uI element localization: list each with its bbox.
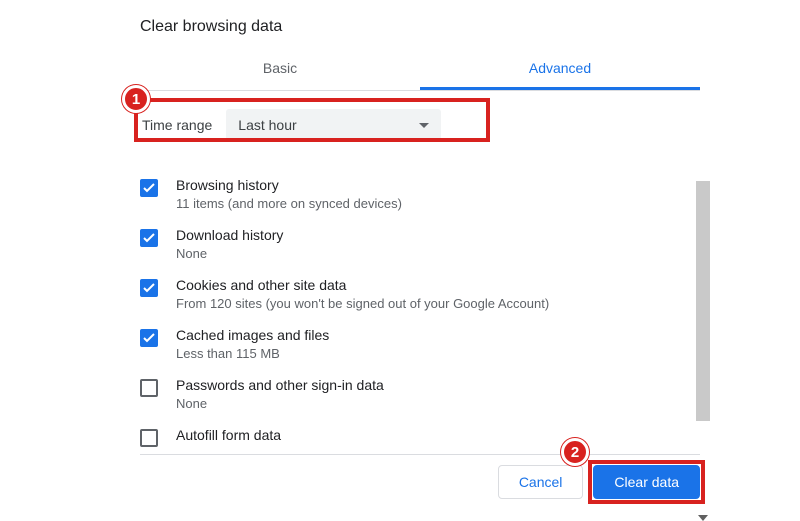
checkbox[interactable]	[140, 329, 158, 347]
list-item-title: Cached images and files	[176, 327, 329, 343]
time-range-value: Last hour	[238, 117, 296, 133]
checkbox[interactable]	[140, 229, 158, 247]
annotation-badge-2: 2	[561, 438, 589, 466]
checkbox[interactable]	[140, 179, 158, 197]
list-item: Browsing history 11 items (and more on sy…	[140, 169, 700, 219]
checkbox[interactable]	[140, 379, 158, 397]
advanced-panel: 1 Time range Last hour Browsing history1…	[140, 91, 700, 479]
time-range-label: Time range	[142, 117, 212, 133]
clear-browsing-data-dialog: Clear browsing data Basic Advanced 1 Tim…	[140, 18, 700, 479]
list-item-title: Browsing history	[176, 177, 402, 193]
data-type-list: Browsing history 11 items (and more on sy…	[140, 169, 700, 479]
scrollbar-thumb[interactable]	[696, 181, 710, 421]
clear-data-button[interactable]: Clear data	[593, 465, 700, 499]
dialog-footer: Cancel Clear data	[140, 454, 700, 499]
chevron-down-icon	[419, 123, 429, 128]
list-item-subtitle: 11 items (and more on synced devices)	[176, 196, 402, 211]
list-item-text: Passwords and other sign-in data None	[176, 377, 384, 411]
list-item: Cached images and files Less than 115 MB	[140, 319, 700, 369]
tab-basic[interactable]: Basic	[140, 50, 420, 90]
time-range-row: Time range Last hour	[140, 103, 700, 147]
time-range-select[interactable]: Last hour	[226, 109, 441, 141]
list-item-title: Download history	[176, 227, 283, 243]
list-item-title: Passwords and other sign-in data	[176, 377, 384, 393]
list-item: Autofill form data	[140, 419, 700, 455]
clear-data-button-label: Clear data	[614, 474, 679, 490]
list-item-text: Browsing history 11 items (and more on sy…	[176, 177, 402, 211]
list-item-title: Autofill form data	[176, 427, 281, 443]
list-item-text: Download history None	[176, 227, 283, 261]
cancel-button[interactable]: Cancel	[498, 465, 584, 499]
list-item: Cookies and other site data From 120 site…	[140, 269, 700, 319]
list-item-text: Autofill form data	[176, 427, 281, 443]
dialog-title: Clear browsing data	[140, 18, 700, 36]
list-item-subtitle: None	[176, 246, 283, 261]
checkbox[interactable]	[140, 279, 158, 297]
checkbox[interactable]	[140, 429, 158, 447]
list-item-text: Cookies and other site data From 120 site…	[176, 277, 549, 311]
list-item: Download history None	[140, 219, 700, 269]
annotation-badge-1: 1	[122, 85, 150, 113]
scrollbar-down-icon[interactable]	[698, 515, 708, 521]
list-item-text: Cached images and files Less than 115 MB	[176, 327, 329, 361]
list-item-title: Cookies and other site data	[176, 277, 549, 293]
list-item: Passwords and other sign-in data None	[140, 369, 700, 419]
tab-advanced[interactable]: Advanced	[420, 50, 700, 90]
tab-bar: Basic Advanced	[140, 50, 700, 91]
list-item-subtitle: From 120 sites (you won't be signed out …	[176, 296, 549, 311]
list-item-subtitle: Less than 115 MB	[176, 346, 329, 361]
list-item-subtitle: None	[176, 396, 384, 411]
